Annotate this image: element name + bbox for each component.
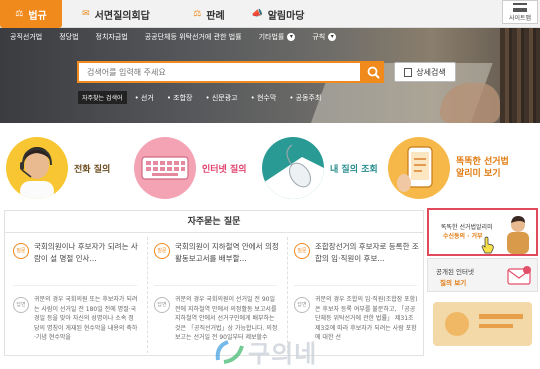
logo-icon <box>215 340 244 364</box>
tab-law[interactable]: ⚖ 법규 <box>0 0 62 28</box>
internet-banner-title: 공개된 인터넷 <box>436 268 474 276</box>
menu-icon <box>513 3 527 12</box>
hero-search-area: 공직선거법 정당법 정치자금법 공공단체등 위탁선거에 관한 법률 기타법률 ▾ … <box>0 28 540 123</box>
faq-title: 자주묻는 질문 <box>5 211 423 233</box>
nav-item-consigned-election-law[interactable]: 공공단체등 위탁선거에 관한 법률 <box>145 32 242 42</box>
nav-item-label: 기타법률 <box>258 33 285 41</box>
nav-item-label: 공직선거법 <box>10 33 43 41</box>
question-badge: 질문 <box>294 243 310 259</box>
pointer-cursor-icon <box>481 236 494 254</box>
faq-question: 질문 국회의원이 지하철역 안에서 의정활동보고서를 배부할... <box>154 241 280 265</box>
quick-alimi-label: 똑똑한 선거법 알리미 보기 <box>456 156 509 180</box>
watermark-text: 구의네 <box>248 340 318 368</box>
gavel-icon: ⚖ <box>15 9 24 19</box>
watermark: 구의네 <box>214 338 454 368</box>
faq-answer: 답변 귀문의 경우 국회의원 또는 후보자가 되려는 사람이 선거일 전 180… <box>13 295 139 343</box>
nav-item-other-laws[interactable]: 기타법률 ▾ <box>259 32 296 42</box>
nav-item-party-law[interactable]: 정당법 <box>59 32 78 42</box>
faq-question-text: 국회의원이나 후보자가 되려는 사람이 설 명절 인사... <box>34 242 138 263</box>
alimi-banner-link: 수신동의 · 거부 <box>443 233 483 240</box>
faq-question: 질문 국회의원이나 후보자가 되려는 사람이 설 명절 인사... <box>13 241 139 265</box>
tab-written-reply-label: 서면질의회답 <box>94 10 150 22</box>
keyword-text: 조합장 <box>173 93 193 102</box>
nav-item-label: 정치자금법 <box>95 33 128 41</box>
envelope-icon <box>507 266 531 285</box>
keyword-link[interactable]: • 공동주최 <box>289 93 321 103</box>
tab-written-reply[interactable]: ✉ 서면질의회답 <box>66 0 166 28</box>
tab-precedent-label: 판례 <box>206 10 225 22</box>
question-badge: 질문 <box>13 243 29 259</box>
headset-operator-icon <box>6 137 68 199</box>
faq-item[interactable]: 질문 국회의원이나 후보자가 되려는 사람이 설 명절 인사... 답변 귀문의… <box>7 237 143 353</box>
search-button[interactable] <box>362 61 384 83</box>
nav-item-funds-law[interactable]: 정치자금법 <box>96 32 128 42</box>
quick-election-alimi[interactable]: 똑똑한 선거법 알리미 보기 <box>388 137 509 199</box>
popular-keywords: 자주찾는 검색어 • 선거 • 조합장 • 신문광고 • 현수막 • 공동주최 <box>78 91 334 104</box>
top-tab-bar: ⚖ 법규 ✉ 서면질의회답 ⚖ 판례 📣 알림마당 사이트맵 <box>0 0 540 28</box>
scales-icon: ⚖ <box>193 9 202 19</box>
nav-item-label: 공공단체등 위탁선거에 관한 법률 <box>144 33 242 41</box>
phone-notice-icon <box>388 137 450 199</box>
quick-phone-label: 전화 질의 <box>74 164 111 175</box>
faq-divider <box>13 285 137 286</box>
document-search-icon <box>404 67 413 77</box>
nav-item-rules[interactable]: 규칙 ▾ <box>312 32 337 42</box>
law-nav: 공직선거법 정당법 정치자금법 공공단체등 위탁선거에 관한 법률 기타법률 ▾ … <box>0 28 540 46</box>
person-illustration-icon <box>507 216 529 254</box>
answer-badge: 답변 <box>13 297 29 313</box>
tab-notice[interactable]: 📣 알림마당 <box>236 0 320 28</box>
keyword-link[interactable]: • 신문광고 <box>206 93 238 103</box>
search-box <box>77 61 362 83</box>
alimi-banner-title: 똑똑한 선거법알리미 <box>441 224 493 231</box>
keyword-text: 선거 <box>140 93 154 102</box>
mail-icon: ✉ <box>82 9 90 19</box>
sitemap-label: 사이트맵 <box>508 15 532 22</box>
faq-panel: 자주묻는 질문 질문 국회의원이나 후보자가 되려는 사람이 설 명절 인사..… <box>4 210 424 356</box>
tab-precedent[interactable]: ⚖ 판례 <box>174 0 244 28</box>
keyword-link[interactable]: • 선거 <box>135 93 154 103</box>
question-badge: 질문 <box>154 243 170 259</box>
quick-internet-label: 인터넷 질의 <box>202 164 247 175</box>
faq-question-text: 조합장선거의 후보자로 등록한 조합의 임·직원이 후보... <box>315 242 419 263</box>
quick-phone-inquiry[interactable]: 전화 질의 <box>6 137 110 199</box>
quick-menu: 전화 질의 인터넷 질의 내 질의 조회 똑똑한 선거법 알리미 보기 <box>0 123 540 208</box>
quick-internet-inquiry[interactable]: 인터넷 질의 <box>134 137 247 199</box>
mouse-icon <box>262 137 324 199</box>
chevron-down-icon: ▾ <box>287 33 296 41</box>
faq-divider <box>294 285 417 286</box>
answer-badge: 답변 <box>154 297 170 313</box>
keywords-label: 자주찾는 검색어 <box>78 91 127 104</box>
keyword-link[interactable]: • 현수막 <box>251 93 277 103</box>
chevron-down-icon: ▾ <box>328 33 337 41</box>
public-internet-inquiry-banner[interactable]: 공개된 인터넷 질의 보기 <box>427 258 538 292</box>
quick-alimi-label-line2: 알리미 보기 <box>456 169 501 179</box>
search-input[interactable] <box>79 63 360 81</box>
keyboard-icon <box>134 137 196 199</box>
megaphone-icon: 📣 <box>251 9 263 19</box>
keyword-text: 현수막 <box>256 93 277 102</box>
faq-divider <box>154 285 277 286</box>
answer-badge: 답변 <box>294 297 310 313</box>
tab-notice-label: 알림마당 <box>267 10 305 22</box>
detail-search-label: 상세검색 <box>416 67 446 77</box>
alimi-consent-banner[interactable]: 똑똑한 선거법알리미 수신동의 · 거부 <box>427 208 538 256</box>
faq-answer-text: 귀문의 경우 조합의 임·직원(조합장 포함)은 후보자 등록 여부를 불문하고… <box>315 296 418 341</box>
detail-search-button[interactable]: 상세검색 <box>394 62 456 82</box>
nav-item-label: 규칙 <box>312 33 326 41</box>
quick-my-inquiry[interactable]: 내 질의 조회 <box>262 137 378 199</box>
tab-law-label: 법규 <box>28 10 47 22</box>
keyword-text: 공동주최 <box>295 93 322 102</box>
quick-alimi-label-line1: 똑똑한 선거법 <box>456 157 509 167</box>
faq-answer-text: 귀문의 경우 국회의원 또는 후보자가 되려는 사람이 선거일 전 180일 전… <box>34 296 138 341</box>
faq-question-text: 국회의원이 지하철역 안에서 의정활동보고서를 배부할... <box>175 242 279 263</box>
search-icon <box>367 66 380 79</box>
keyword-link[interactable]: • 조합장 <box>167 93 193 103</box>
faq-question: 질문 조합장선거의 후보자로 등록한 조합의 임·직원이 후보... <box>294 241 420 265</box>
internet-banner-link: 질의 보기 <box>440 279 467 287</box>
sitemap-button[interactable]: 사이트맵 <box>502 0 538 24</box>
nav-item-election-law[interactable]: 공직선거법 <box>10 32 42 42</box>
nav-item-label: 정당법 <box>59 33 79 41</box>
keyword-text: 신문광고 <box>211 93 238 102</box>
quick-my-inquiry-label: 내 질의 조회 <box>330 164 378 175</box>
